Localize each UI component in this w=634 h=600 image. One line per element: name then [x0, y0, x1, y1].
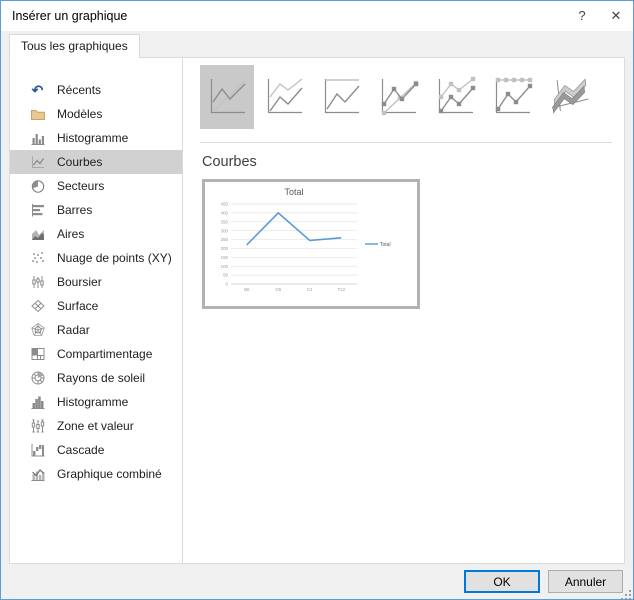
dialog-title: Insérer un graphique	[1, 9, 565, 23]
insert-chart-dialog: Insérer un graphique ? ✕ Tous les graphi…	[0, 0, 634, 600]
sidebar-item-label: Nuage de points (XY)	[57, 251, 172, 265]
scatter-chart-icon	[29, 250, 46, 267]
sidebar-item-stock[interactable]: Boursier	[10, 270, 182, 294]
treemap-chart-icon	[29, 346, 46, 363]
sidebar-item-label: Courbes	[57, 155, 102, 169]
preview-chart-svg: Total 0 50 100 150 200 250 300 350 400 450 B6 G5 C1 T1…	[205, 182, 417, 306]
cancel-button[interactable]: Annuler	[548, 570, 623, 593]
combo-chart-icon	[29, 466, 46, 483]
sidebar-item-label: Récents	[57, 83, 101, 97]
line-chart-icon	[29, 154, 46, 171]
waterfall-chart-icon	[29, 442, 46, 459]
dialog-content-pane: ↶ Récents Modèles Histogramme Courbes Secteur…	[9, 57, 625, 564]
subtype-stacked-line-100-markers-thumbnail[interactable]	[485, 65, 539, 129]
subtype-line-markers-thumbnail[interactable]	[371, 65, 425, 129]
subtype-line-3d-thumbnail[interactable]	[542, 65, 596, 129]
sidebar-item-label: Modèles	[57, 107, 102, 121]
svg-text:100: 100	[221, 264, 229, 269]
sidebar-item-label: Histogramme	[57, 395, 128, 409]
sidebar-item-recents[interactable]: ↶ Récents	[10, 78, 182, 102]
resize-grip[interactable]	[621, 587, 631, 597]
bar-chart-icon	[29, 202, 46, 219]
subtype-stacked-line-100-thumbnail[interactable]	[314, 65, 368, 129]
svg-text:200: 200	[221, 246, 229, 251]
subtype-stacked-line-markers-thumbnail[interactable]	[428, 65, 482, 129]
sidebar-item-label: Cascade	[57, 443, 104, 457]
chart-detail-pane: Courbes Total 0 50 100 150 200 250 300 350 400 450…	[184, 58, 624, 563]
boxwhisker-chart-icon	[29, 418, 46, 435]
sidebar-item-treemap[interactable]: Compartimentage	[10, 342, 182, 366]
svg-text:C1: C1	[307, 287, 313, 292]
sidebar-item-boxwhisker[interactable]: Zone et valeur	[10, 414, 182, 438]
sidebar-item-label: Rayons de soleil	[57, 371, 145, 385]
column-chart-icon	[29, 130, 46, 147]
sidebar-item-label: Boursier	[57, 275, 102, 289]
svg-text:300: 300	[221, 228, 229, 233]
templates-chart-icon	[29, 106, 46, 123]
sidebar-item-label: Aires	[57, 227, 84, 241]
sidebar-item-line[interactable]: Courbes	[10, 150, 182, 174]
sidebar-item-column[interactable]: Histogramme	[10, 126, 182, 150]
sidebar-item-label: Compartimentage	[57, 347, 152, 361]
sidebar-item-label: Zone et valeur	[57, 419, 134, 433]
svg-text:50: 50	[223, 273, 228, 278]
sidebar-item-label: Graphique combiné	[57, 467, 162, 481]
dialog-footer: OK Annuler	[1, 564, 633, 599]
svg-text:450: 450	[221, 202, 229, 207]
radar-chart-icon	[29, 322, 46, 339]
recents-chart-icon: ↶	[29, 82, 46, 99]
surface-chart-icon	[29, 298, 46, 315]
pie-chart-icon	[29, 178, 46, 195]
svg-text:250: 250	[221, 237, 229, 242]
histogram-chart-icon	[29, 394, 46, 411]
chart-preview[interactable]: Total 0 50 100 150 200 250 300 350 400 450 B6 G5 C1 T1…	[202, 179, 420, 309]
svg-text:0: 0	[226, 282, 229, 287]
sidebar-item-radar[interactable]: Radar	[10, 318, 182, 342]
svg-text:G5: G5	[275, 287, 281, 292]
divider	[200, 142, 612, 143]
sidebar-item-scatter[interactable]: Nuage de points (XY)	[10, 246, 182, 270]
tab-tous-les-graphiques[interactable]: Tous les graphiques	[9, 34, 140, 58]
svg-text:B6: B6	[244, 287, 250, 292]
subtype-line-thumbnail[interactable]	[200, 65, 254, 129]
svg-text:T12: T12	[337, 287, 345, 292]
preview-heading: Courbes	[202, 154, 614, 170]
area-chart-icon	[29, 226, 46, 243]
svg-text:Total: Total	[284, 187, 303, 197]
sidebar-item-label: Histogramme	[57, 131, 128, 145]
sidebar-item-templates[interactable]: Modèles	[10, 102, 182, 126]
svg-text:400: 400	[221, 210, 229, 215]
close-icon[interactable]: ✕	[599, 1, 633, 31]
sidebar-item-surface[interactable]: Surface	[10, 294, 182, 318]
titlebar: Insérer un graphique ? ✕	[1, 1, 633, 31]
svg-text:150: 150	[221, 255, 229, 260]
sidebar-item-label: Barres	[57, 203, 92, 217]
sidebar-item-bar[interactable]: Barres	[10, 198, 182, 222]
sunburst-chart-icon	[29, 370, 46, 387]
sidebar-item-combo[interactable]: Graphique combiné	[10, 462, 182, 486]
sidebar-item-sunburst[interactable]: Rayons de soleil	[10, 366, 182, 390]
chart-subtype-row	[200, 65, 614, 129]
svg-text:350: 350	[221, 219, 229, 224]
subtype-stacked-line-thumbnail[interactable]	[257, 65, 311, 129]
tab-label: Tous les graphiques	[21, 39, 128, 53]
ok-button[interactable]: OK	[464, 570, 540, 593]
help-icon[interactable]: ?	[565, 1, 599, 31]
sidebar-item-label: Secteurs	[57, 179, 104, 193]
sidebar-item-pie[interactable]: Secteurs	[10, 174, 182, 198]
sidebar-item-histogram[interactable]: Histogramme	[10, 390, 182, 414]
sidebar-item-waterfall[interactable]: Cascade	[10, 438, 182, 462]
chart-category-list: ↶ Récents Modèles Histogramme Courbes Secteur…	[10, 58, 183, 563]
sidebar-item-label: Radar	[57, 323, 90, 337]
stock-chart-icon	[29, 274, 46, 291]
sidebar-item-label: Surface	[57, 299, 98, 313]
svg-text:Total: Total	[380, 242, 391, 248]
sidebar-item-area[interactable]: Aires	[10, 222, 182, 246]
